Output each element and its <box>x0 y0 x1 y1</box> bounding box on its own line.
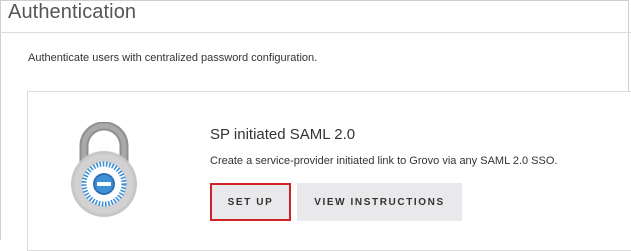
padlock-icon <box>71 122 137 217</box>
view-instructions-button[interactable]: VIEW INSTRUCTIONS <box>297 183 462 221</box>
header-divider <box>0 32 631 33</box>
section-description: Authenticate users with centralized pass… <box>28 52 318 64</box>
set-up-button[interactable]: SET UP <box>210 183 291 221</box>
card-title: SP initiated SAML 2.0 <box>210 126 356 143</box>
card-description: Create a service-provider initiated link… <box>210 155 558 167</box>
page-title: Authentication <box>8 1 137 23</box>
